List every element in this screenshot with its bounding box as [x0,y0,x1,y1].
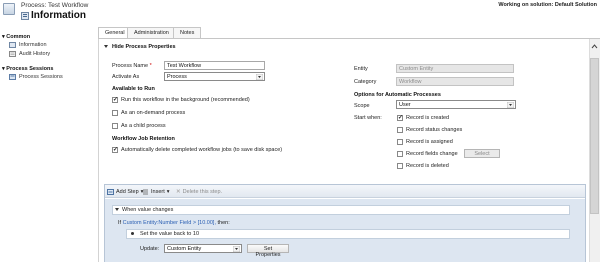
action-step-description[interactable]: Set the value back to 10 [140,231,199,237]
chevron-down-icon: ▾ [166,189,170,195]
set-properties-button[interactable]: Set Properties [247,244,289,258]
scrollbar-thumb[interactable] [590,58,599,214]
nav-item-audit-history[interactable]: Audit History [9,51,50,57]
record-deleted-checkbox[interactable] [397,163,403,169]
category-field: Workflow [396,77,514,86]
nav-item-process-sessions[interactable]: Process Sessions [9,74,63,80]
solution-indicator: Working on solution: Default Solution [498,2,597,8]
nav-section-common[interactable]: ▾ Common [2,34,30,40]
delete-step-button[interactable]: ✕ Delete this step. [176,189,222,195]
record-fields-change-checkbox[interactable] [397,151,403,157]
stage-step[interactable] [112,205,570,215]
collapse-triangle-icon: ▾ [2,34,5,40]
run-background-label: Run this workflow in the background (rec… [121,97,250,103]
information-icon [9,42,16,48]
update-entity-select[interactable]: Custom Entity [164,244,242,253]
tab-notes[interactable]: Notes [173,27,202,38]
condition-link[interactable]: Custom Entity:Number Field > [10.00], [123,220,216,226]
update-label: Update: [140,246,160,252]
record-assigned-checkbox[interactable] [397,139,403,145]
record-deleted-label: Record is deleted [406,163,449,169]
collapse-triangle-icon: ▾ [2,66,5,72]
record-assigned-label: Record is assigned [406,139,453,145]
delete-icon: ✕ [176,189,181,195]
process-name-label: Process Name * [112,63,152,69]
auto-delete-jobs-label: Automatically delete completed workflow … [121,147,283,153]
record-created-checkbox[interactable] [397,114,403,121]
category-label: Category [354,79,377,85]
process-sessions-icon [9,74,16,80]
scroll-up-icon[interactable] [591,44,598,49]
page-title: Information [31,10,86,21]
start-when-label: Start when: [354,115,382,121]
chevron-down-icon [256,74,263,80]
record-type-subtitle: Process: Test Workflow [21,2,89,9]
nav-item-information[interactable]: Information [9,42,47,48]
child-process-checkbox[interactable] [112,123,118,129]
record-fields-change-label: Record fields change [406,151,458,157]
chevron-down-icon [507,102,514,108]
on-demand-label: As an on-demand process [121,110,186,116]
activate-as-select[interactable]: Process [164,72,265,81]
entity-label: Entity [354,66,368,72]
auto-delete-jobs-checkbox[interactable] [112,146,118,153]
scope-select[interactable]: User [396,100,516,109]
tab-administration[interactable]: Administration [127,27,176,38]
nav-section-process-sessions[interactable]: ▾ Process Sessions [2,66,53,72]
process-name-input[interactable]: Test Workflow [164,61,265,70]
on-demand-checkbox[interactable] [112,110,118,116]
record-status-changes-label: Record status changes [406,127,463,133]
stage-step-description[interactable]: When value changes [122,207,173,213]
available-to-run-heading: Available to Run [112,86,155,92]
section-toggle-process-properties[interactable]: Hide Process Properties [104,44,176,50]
collapse-triangle-icon [104,45,108,49]
record-created-label: Record is created [406,115,450,121]
insert-icon [143,189,148,195]
condition-line: If Custom Entity:Number Field > [10.00],… [118,220,230,226]
job-retention-heading: Workflow Job Retention [112,136,175,142]
activate-as-label: Activate As [112,74,140,80]
bullet-icon [131,232,134,235]
process-icon [3,3,15,15]
child-process-label: As a child process [121,123,166,129]
scope-label: Scope [354,103,370,109]
collapse-triangle-icon[interactable] [115,208,119,211]
run-background-checkbox[interactable] [112,96,118,103]
insert-button[interactable]: Insert ▾ [142,189,170,195]
entity-field: Custom Entity [396,64,514,73]
add-step-icon [107,189,114,195]
audit-history-icon [9,51,16,57]
add-step-button[interactable]: Add Step ▾ [107,189,143,195]
chevron-down-icon [233,246,240,252]
select-fields-button[interactable]: Select [464,149,500,158]
information-icon [21,12,29,20]
record-status-changes-checkbox[interactable] [397,127,403,133]
automatic-options-heading: Options for Automatic Processes [354,92,441,98]
left-navigation: ▾ Common Information Audit History ▾ Pro… [0,27,97,262]
